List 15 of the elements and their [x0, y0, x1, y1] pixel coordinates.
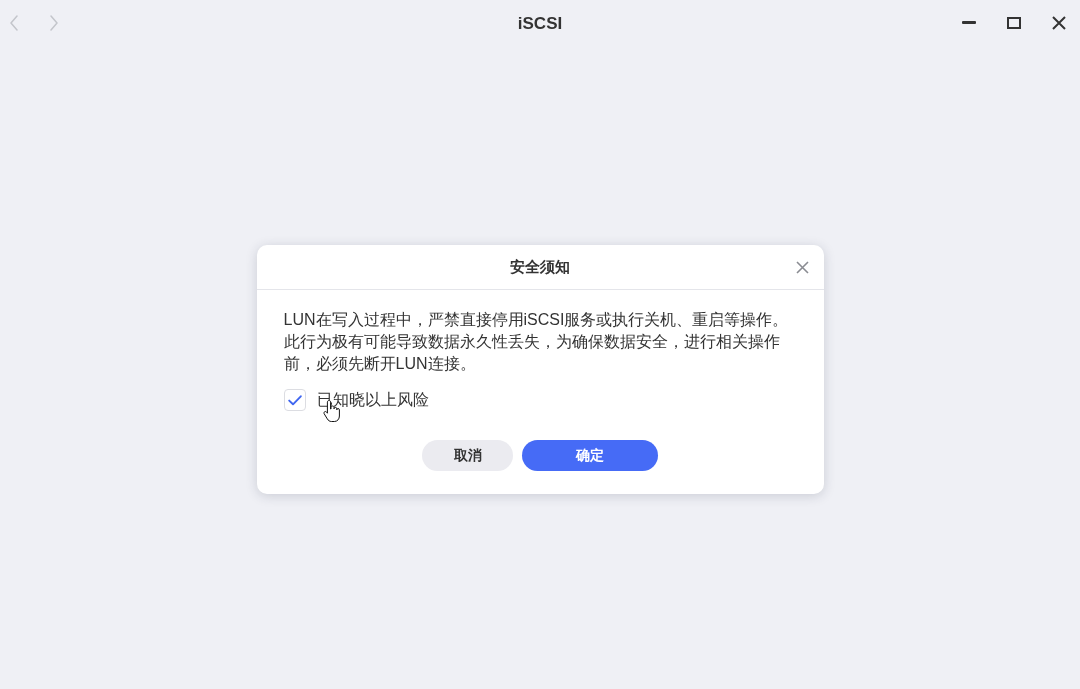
close-icon [1052, 15, 1066, 30]
confirm-button[interactable]: 确定 [522, 440, 658, 471]
dialog-title: 安全须知 [510, 257, 570, 277]
checkmark-icon [287, 394, 302, 406]
window-title: iSCSI [517, 12, 563, 35]
chevron-right-icon [49, 14, 59, 31]
maximize-icon [1007, 16, 1021, 29]
cancel-button[interactable]: 取消 [422, 440, 513, 471]
warning-message: LUN在写入过程中，严禁直接停用iSCSI服务或执行关机、重启等操作。此行为极有可能导致数据永久性丢失，为确保数据安全，进行相关操作前，必须先断开LUN连接。 [283, 310, 790, 374]
checkbox[interactable] [283, 389, 306, 411]
chevron-left-icon [9, 14, 19, 31]
minimize-icon [962, 21, 976, 24]
close-button[interactable] [794, 259, 810, 275]
checkbox-label[interactable]: 已知晓以上风险 [316, 389, 429, 411]
close-icon [795, 260, 809, 274]
